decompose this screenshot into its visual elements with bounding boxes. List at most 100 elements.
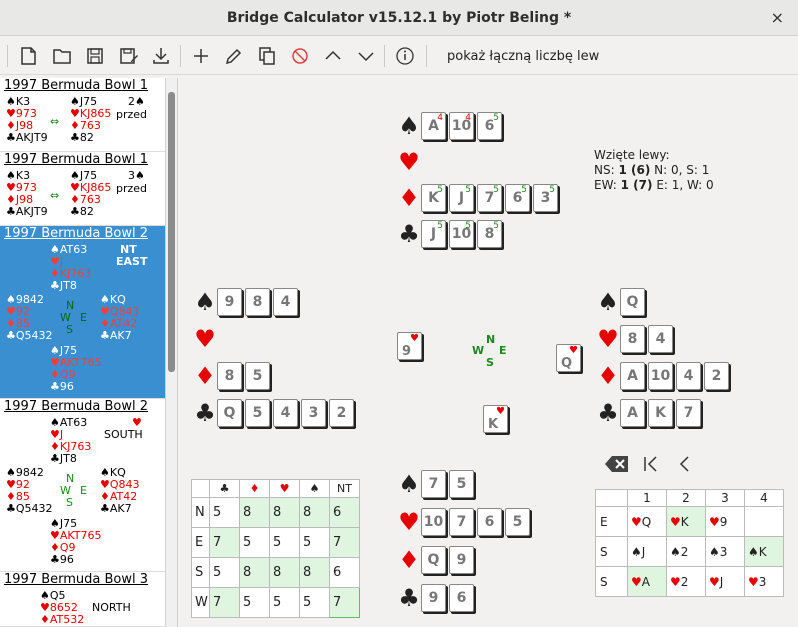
dd-cell[interactable]: 5 <box>299 587 330 618</box>
trick-card-west[interactable]: 9 ♥ <box>397 332 422 360</box>
card[interactable]: 5 <box>449 470 474 498</box>
move-up-icon[interactable] <box>320 43 346 69</box>
dd-cell[interactable]: 7 <box>329 587 360 618</box>
history-cell[interactable]: ♥A <box>627 566 667 597</box>
card[interactable]: A <box>620 399 645 427</box>
card[interactable]: 9 <box>217 288 242 316</box>
dd-cell[interactable]: 8 <box>239 497 270 528</box>
dd-cell[interactable]: 8 <box>299 557 330 588</box>
history-cell[interactable]: ♠K <box>744 536 784 567</box>
dd-cell[interactable]: 5 <box>209 557 240 588</box>
card[interactable]: Q <box>217 399 242 427</box>
edit-icon[interactable] <box>221 43 247 69</box>
card[interactable]: 4 <box>273 399 298 427</box>
duplicate-icon[interactable] <box>254 43 280 69</box>
info-icon[interactable] <box>392 43 418 69</box>
card[interactable]: A <box>620 362 645 390</box>
first-trick-icon[interactable] <box>634 452 668 476</box>
card[interactable]: Q <box>620 288 645 316</box>
dd-cell[interactable]: 7 <box>329 527 360 558</box>
card[interactable]: 10 <box>421 508 446 536</box>
card[interactable]: 5 <box>505 508 530 536</box>
save-as-icon[interactable] <box>116 43 142 69</box>
card[interactable]: K <box>648 399 673 427</box>
card[interactable]: 10 4 <box>449 112 474 140</box>
card[interactable]: 4 <box>273 288 298 316</box>
card[interactable]: 5 <box>245 399 270 427</box>
card[interactable]: 8 <box>217 362 242 390</box>
card[interactable]: J5 <box>449 184 474 212</box>
deal-item[interactable]: 1997 Bermuda Bowl 1 ♠K3 ♥973 ♦J98 ♣AKJT9 ♠J75… <box>0 78 165 152</box>
card[interactable]: 7 <box>676 399 701 427</box>
new-file-icon[interactable] <box>15 43 41 69</box>
deal-item[interactable]: 1997 Bermuda Bowl 1 ♠K3 ♥973 ♦J98 ♣AKJT9 ♠J75… <box>0 152 165 226</box>
card[interactable]: 3 <box>301 399 326 427</box>
show-total-tricks-option[interactable]: pokaż łączną liczbę lew <box>447 49 599 64</box>
deal-list-scrollbar[interactable] <box>165 78 177 627</box>
undo-card-icon[interactable] <box>600 452 634 476</box>
card[interactable]: 10 5 <box>449 220 474 248</box>
card[interactable]: 7 <box>421 470 446 498</box>
dd-cell[interactable]: 8 <box>299 497 330 528</box>
card[interactable]: A4 <box>421 112 446 140</box>
history-cell[interactable]: ♥K <box>666 506 706 537</box>
dd-cell[interactable]: 6 <box>329 497 360 528</box>
card[interactable]: 8 <box>620 325 645 353</box>
history-cell[interactable]: ♠3 <box>705 536 745 567</box>
card[interactable]: 85 <box>477 220 502 248</box>
card[interactable]: J5 <box>421 220 446 248</box>
card[interactable]: 6 <box>449 584 474 612</box>
card[interactable]: 7 <box>449 508 474 536</box>
card[interactable]: 9 <box>421 584 446 612</box>
dd-cell[interactable]: 5 <box>239 587 270 618</box>
card[interactable]: 6 <box>477 508 502 536</box>
card[interactable]: Q <box>421 546 446 574</box>
history-cell[interactable] <box>744 506 784 537</box>
deal-item[interactable]: 1997 Bermuda Bowl 2 ♠AT63 ♥J ♦KJ763 ♣JT8 ♠984… <box>0 226 165 399</box>
card[interactable]: 65 <box>505 184 530 212</box>
dd-cell[interactable]: 5 <box>269 587 300 618</box>
deal-item[interactable]: 1997 Bermuda Bowl 3 ♠Q5 ♥8652 ♦AT532 NORTH <box>0 572 165 627</box>
dd-cell[interactable]: 7 <box>209 527 240 558</box>
trick-card-east[interactable]: Q ♥ <box>556 344 581 372</box>
card[interactable]: 10 <box>648 362 673 390</box>
dd-cell[interactable]: 5 <box>209 497 240 528</box>
card[interactable]: 75 <box>477 184 502 212</box>
history-cell[interactable]: ♥9 <box>705 506 745 537</box>
trick-card-south[interactable]: K ♥ <box>483 405 508 433</box>
card[interactable]: 4 <box>648 325 673 353</box>
dd-cell[interactable]: 5 <box>299 527 330 558</box>
card[interactable]: 65 <box>477 112 502 140</box>
dd-cell[interactable]: 7 <box>209 587 240 618</box>
deal-item[interactable]: 1997 Bermuda Bowl 2 ♠AT63 ♥J ♦KJ763 ♣JT8 ♠984… <box>0 399 165 572</box>
add-icon[interactable] <box>188 43 214 69</box>
history-cell[interactable]: ♠2 <box>666 536 706 567</box>
card[interactable]: 2 <box>704 362 729 390</box>
open-folder-icon[interactable] <box>49 43 75 69</box>
history-cell[interactable]: ♥J <box>705 566 745 597</box>
history-cell[interactable]: ♥3 <box>744 566 784 597</box>
card[interactable]: 8 <box>245 288 270 316</box>
dd-cell[interactable]: 8 <box>239 557 270 588</box>
card[interactable]: K5 <box>421 184 446 212</box>
delete-icon[interactable] <box>287 43 313 69</box>
dd-cell[interactable]: 8 <box>269 497 300 528</box>
dd-cell[interactable]: 5 <box>239 527 270 558</box>
dd-cell[interactable]: 5 <box>269 527 300 558</box>
card[interactable]: 35 <box>533 184 558 212</box>
history-cell[interactable]: ♠J <box>627 536 667 567</box>
dd-cell[interactable]: 8 <box>269 557 300 588</box>
scrollbar-thumb[interactable] <box>168 92 175 372</box>
move-down-icon[interactable] <box>353 43 379 69</box>
save-icon[interactable] <box>82 43 108 69</box>
history-cell[interactable]: ♥2 <box>666 566 706 597</box>
card[interactable]: 9 <box>449 546 474 574</box>
card[interactable]: 2 <box>329 399 354 427</box>
previous-trick-icon[interactable] <box>668 452 702 476</box>
close-button[interactable]: × <box>771 0 784 36</box>
card[interactable]: 4 <box>676 362 701 390</box>
card[interactable]: 5 <box>245 362 270 390</box>
dd-cell[interactable]: 6 <box>329 557 360 588</box>
history-cell[interactable]: ♥Q <box>627 506 667 537</box>
download-icon[interactable] <box>148 43 174 69</box>
